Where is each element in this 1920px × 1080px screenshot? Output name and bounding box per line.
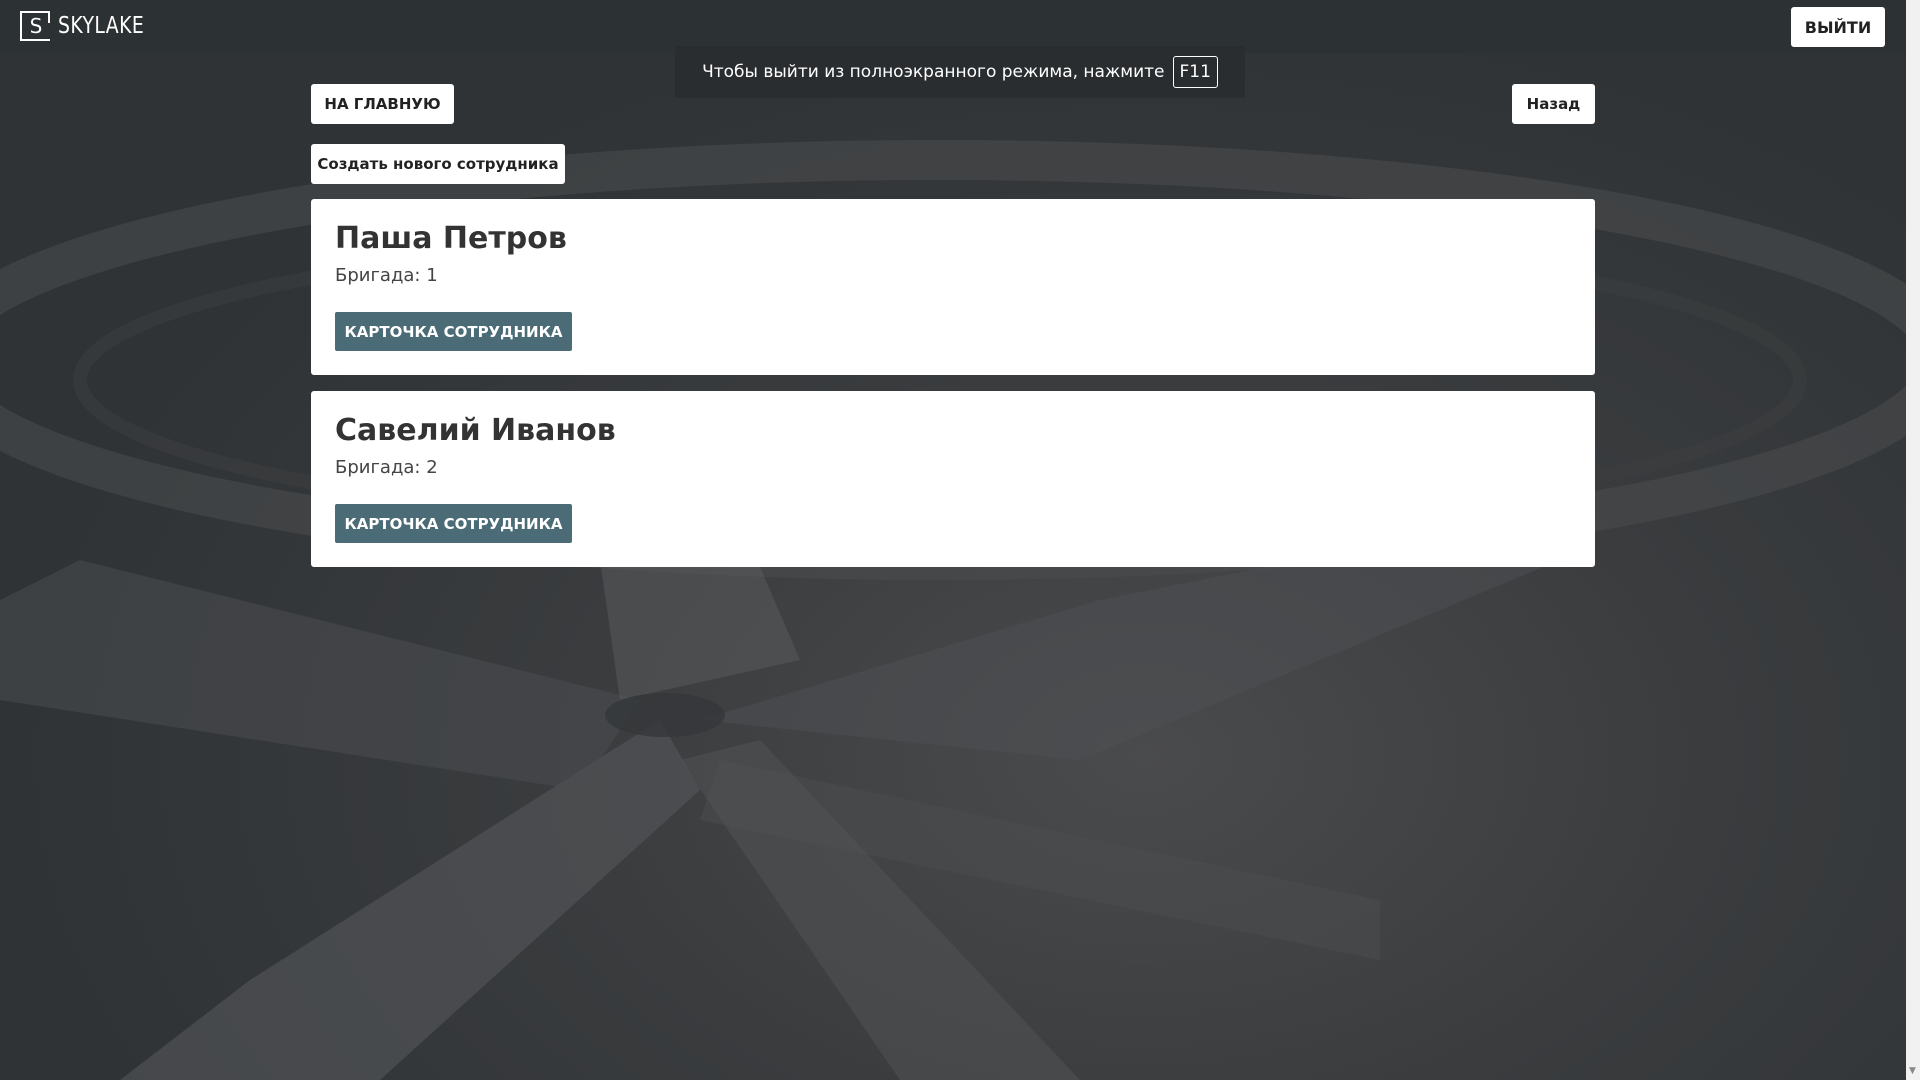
employee-card: Савелий Иванов Бригада: 2 КАРТОЧКА СОТРУ… — [311, 391, 1595, 567]
vertical-scrollbar[interactable] — [1906, 0, 1920, 1080]
employee-card: Паша Петров Бригада: 1 КАРТОЧКА СОТРУДНИ… — [311, 199, 1595, 375]
f11-key-hint: F11 — [1172, 56, 1218, 88]
home-button[interactable]: НА ГЛАВНУЮ — [311, 84, 454, 124]
logo-text: SKYLAKE — [58, 13, 145, 39]
employee-name: Паша Петров — [335, 221, 567, 256]
fullscreen-exit-notice: Чтобы выйти из полноэкранного режима, на… — [675, 46, 1245, 98]
create-employee-button[interactable]: Создать нового сотрудника — [311, 144, 565, 184]
back-button[interactable]: Назад — [1512, 84, 1595, 124]
employee-team: Бригада: 2 — [335, 457, 438, 478]
logout-button[interactable]: ВЫЙТИ — [1791, 7, 1885, 47]
fullscreen-notice-text: Чтобы выйти из полноэкранного режима, на… — [702, 62, 1165, 82]
scroll-down-arrow-icon[interactable]: ▼ — [1909, 1066, 1916, 1076]
skylake-logo[interactable]: S SKYLAKE — [20, 11, 163, 41]
employee-name: Савелий Иванов — [335, 413, 616, 448]
logo-mark: S — [20, 11, 50, 41]
employee-team: Бригада: 1 — [335, 265, 438, 286]
logo-letter: S — [29, 14, 43, 38]
employee-card-button[interactable]: КАРТОЧКА СОТРУДНИКА — [335, 504, 572, 543]
employee-card-button[interactable]: КАРТОЧКА СОТРУДНИКА — [335, 312, 572, 351]
